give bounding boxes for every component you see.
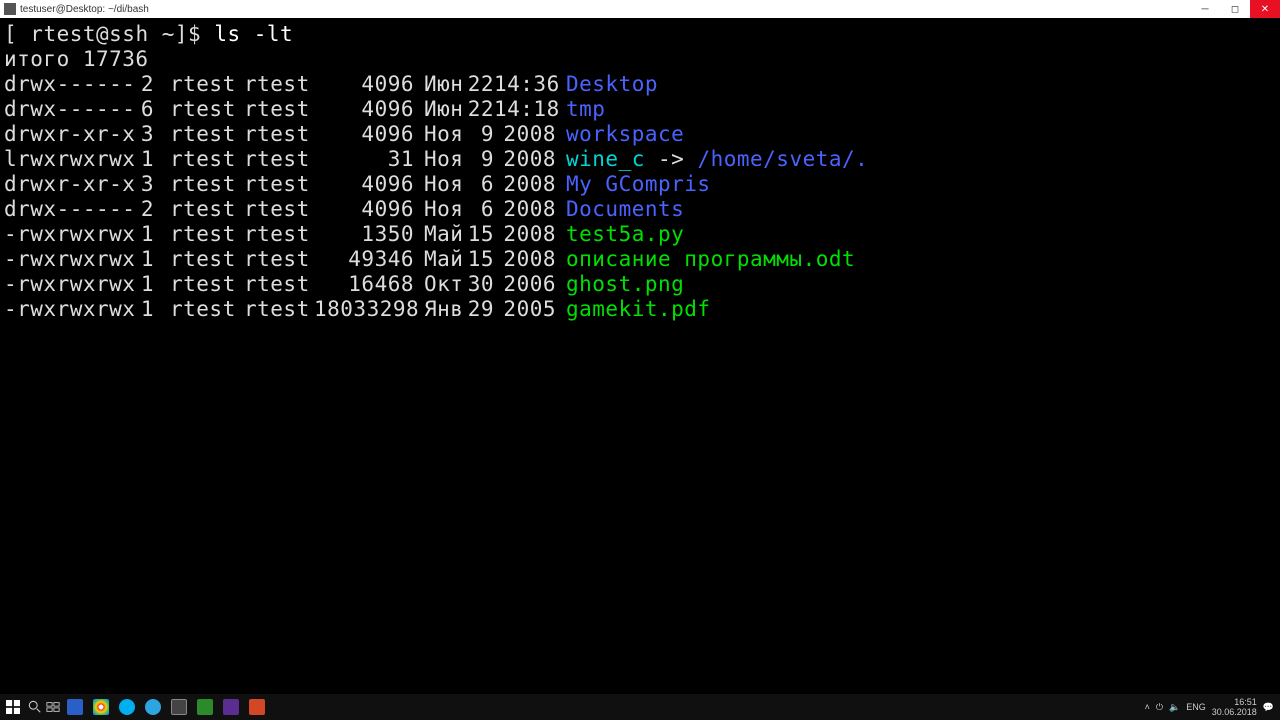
taskbar-app-6[interactable] xyxy=(192,694,218,720)
vs-icon xyxy=(223,699,239,715)
taskbar-app-5[interactable] xyxy=(166,694,192,720)
command-text: ls -lt xyxy=(214,22,293,46)
skype-icon xyxy=(119,699,135,715)
maximize-button[interactable]: ◻ xyxy=(1220,0,1250,18)
tray-notifications-icon[interactable]: 💬 xyxy=(1263,702,1274,713)
file-name: ghost.png xyxy=(566,272,684,297)
file-name: Desktop xyxy=(566,72,658,97)
taskbar-app-3[interactable] xyxy=(114,694,140,720)
app-icon xyxy=(249,699,265,715)
ls-row: -rwxrwxrwx1rtestrtest18033298Янв292005ga… xyxy=(4,297,900,322)
ls-row: drwx------6rtestrtest4096Июн2214:18tmp xyxy=(4,97,900,122)
file-name: gamekit.pdf xyxy=(566,297,711,322)
prompt-userhost: rtest@ssh xyxy=(30,22,148,46)
ls-row: lrwxrwxrwx1rtestrtest31Ноя92008wine_c ->… xyxy=(4,147,900,172)
taskbar[interactable]: ˄ ⏻ 🔈 ENG 16:51 30.06.2018 💬 xyxy=(0,694,1280,720)
tray-volume-icon[interactable]: 🔈 xyxy=(1169,702,1180,713)
terminal-pane[interactable]: [ rtest@ssh ~]$ ls -lt итого 17736 drwx-… xyxy=(0,18,900,688)
ls-listing: drwx------2rtestrtest4096Июн2214:36Deskt… xyxy=(4,72,900,322)
taskbar-app-1[interactable] xyxy=(62,694,88,720)
tray-date: 30.06.2018 xyxy=(1212,707,1257,717)
window-title: testuser@Desktop: ~/di/bash xyxy=(20,4,149,15)
file-name: workspace xyxy=(566,122,684,147)
windows-icon xyxy=(6,700,20,714)
taskbar-app-8[interactable] xyxy=(244,694,270,720)
minimize-button[interactable]: ─ xyxy=(1190,0,1220,18)
tray-clock[interactable]: 16:51 30.06.2018 xyxy=(1212,697,1257,717)
total-line: итого 17736 xyxy=(4,47,900,72)
taskbar-app-7[interactable] xyxy=(218,694,244,720)
ls-row: -rwxrwxrwx1rtestrtest49346Май152008описа… xyxy=(4,247,900,272)
app-icon xyxy=(4,3,16,15)
prompt-path: ~ xyxy=(149,22,175,46)
ls-row: drwx------2rtestrtest4096Ноя62008Documen… xyxy=(4,197,900,222)
taskbar-app-2[interactable] xyxy=(88,694,114,720)
file-name: Documents xyxy=(566,197,684,222)
window-titlebar: testuser@Desktop: ~/di/bash ─ ◻ ✕ xyxy=(0,0,1280,18)
symlink-target: /home/sveta/. xyxy=(697,147,868,171)
ls-row: drwxr-xr-x3rtestrtest4096Ноя92008workspa… xyxy=(4,122,900,147)
file-name: wine_c xyxy=(566,147,645,172)
tray-network-icon[interactable]: ⏻ xyxy=(1156,702,1163,713)
ls-row: -rwxrwxrwx1rtestrtest1350Май152008test5a… xyxy=(4,222,900,247)
file-name: описание программы.odt xyxy=(566,247,855,272)
ls-row: drwxr-xr-x3rtestrtest4096Ноя62008My GCom… xyxy=(4,172,900,197)
telegram-icon xyxy=(145,699,161,715)
app-icon xyxy=(197,699,213,715)
app-icon xyxy=(171,699,187,715)
prompt-close: ]$ xyxy=(175,22,214,46)
prompt-open: [ xyxy=(4,22,30,46)
file-name: My GCompris xyxy=(566,172,711,197)
file-name: tmp xyxy=(566,97,605,122)
chrome-icon xyxy=(93,699,109,715)
app-icon xyxy=(67,699,83,715)
system-tray[interactable]: ˄ ⏻ 🔈 ENG 16:51 30.06.2018 💬 xyxy=(1139,697,1280,717)
tray-chevron-icon[interactable]: ˄ xyxy=(1145,702,1150,712)
prompt-line: [ rtest@ssh ~]$ ls -lt xyxy=(4,22,900,47)
taskview-icon xyxy=(46,700,60,714)
ls-row: -rwxrwxrwx1rtestrtest16468Окт302006ghost… xyxy=(4,272,900,297)
ls-row: drwx------2rtestrtest4096Июн2214:36Deskt… xyxy=(4,72,900,97)
start-button[interactable] xyxy=(0,694,26,720)
taskview-button[interactable] xyxy=(44,694,62,720)
taskbar-app-4[interactable] xyxy=(140,694,166,720)
search-button[interactable] xyxy=(26,694,44,720)
tray-time: 16:51 xyxy=(1212,697,1257,707)
close-button[interactable]: ✕ xyxy=(1250,0,1280,18)
file-name: test5a.py xyxy=(566,222,684,247)
tray-language[interactable]: ENG xyxy=(1186,702,1206,712)
search-icon xyxy=(28,700,42,714)
